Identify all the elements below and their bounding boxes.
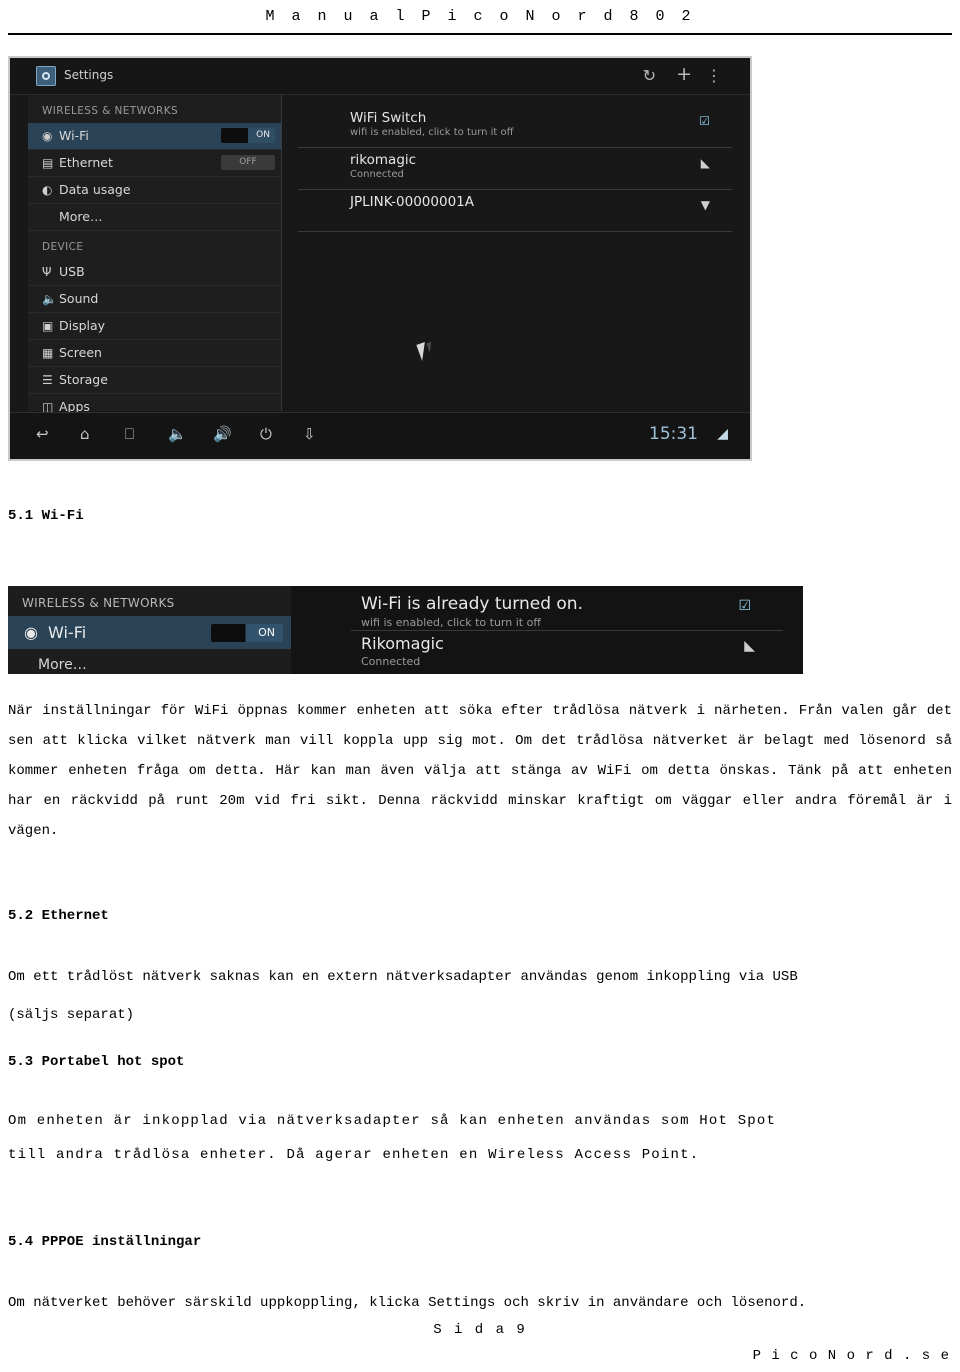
item-title: JPLINK-00000001A: [350, 194, 474, 210]
back-icon[interactable]: ↩: [36, 425, 49, 443]
sidebar-item-label: Screen: [59, 345, 102, 360]
item-subtitle: wifi is enabled, click to turn it off: [350, 127, 514, 138]
status-clock: 15:31: [649, 424, 698, 444]
paragraph-hotspot-2: till andra trådlösa enheter. Då agerar e…: [8, 1147, 700, 1163]
sidebar-item-label: Sound: [59, 291, 99, 306]
sidebar-item-data-usage[interactable]: ◐ Data usage: [28, 177, 281, 204]
paragraph-pppoe: Om nätverket behöver särskild uppkopplin…: [8, 1295, 807, 1311]
sidebar-item-label: Wi-Fi: [48, 623, 87, 642]
wifi-signal-icon: ◣: [700, 156, 710, 170]
wifi-left-panel: WIRELESS & NETWORKS ◉ Wi-Fi ON More…: [8, 586, 292, 674]
android-nav-bar: ↩ ⌂ ⎕ 🔈 🔊 ⏻ ⇩ 15:31 ◢: [10, 412, 750, 459]
paragraph-ethernet-1: Om ett trådlöst nätverk saknas kan en ex…: [8, 969, 798, 985]
group-label-wireless: WIRELESS & NETWORKS: [42, 105, 179, 117]
item-subtitle: Connected: [350, 169, 404, 180]
page-title: M a n u a l P i c o N o r d 8 0 2: [265, 8, 695, 25]
sidebar-item-usb[interactable]: Ψ USB: [28, 259, 281, 286]
sidebar-item-wifi[interactable]: ◉ Wi-Fi ON: [8, 616, 291, 649]
sound-icon: 🔈: [42, 292, 57, 306]
heading-5-3: 5.3 Portabel hot spot: [8, 1054, 185, 1070]
network-name[interactable]: Rikomagic: [361, 634, 444, 653]
data-usage-icon: ◐: [42, 183, 53, 197]
settings-screenshot: Settings ↻ + ⋮ WIRELESS & NETWORKS ◉ Wi-F…: [8, 56, 752, 461]
heading-5-4: 5.4 PPPOE inställningar: [8, 1234, 202, 1250]
sidebar-item-label: USB: [59, 264, 85, 279]
recents-icon[interactable]: ⎕: [125, 425, 134, 443]
power-icon[interactable]: ⏻: [260, 425, 272, 443]
plus-icon[interactable]: +: [676, 64, 692, 84]
sidebar-item-display[interactable]: ▣ Display: [28, 313, 281, 340]
wifi-status-title: Wi-Fi is already turned on.: [361, 594, 583, 614]
wifi-signal-icon: ▼: [700, 198, 710, 212]
item-title: WiFi Switch: [350, 110, 427, 126]
sidebar-item-more[interactable]: More…: [28, 204, 281, 231]
settings-detail-panel: WiFi Switch wifi is enabled, click to tu…: [298, 106, 732, 232]
paragraph-hotspot-1: Om enheten är inkopplad via nätverksadap…: [8, 1113, 777, 1129]
header-divider: [8, 33, 952, 35]
heading-5-2: 5.2 Ethernet: [8, 908, 109, 924]
sidebar-item-label: Data usage: [59, 182, 131, 197]
wifi-signal-icon: ◣: [744, 638, 755, 654]
wifi-status-icon: ◢: [717, 426, 728, 442]
sidebar-item-label: Ethernet: [59, 155, 113, 170]
wifi-icon: ◉: [24, 623, 38, 642]
footer-brand: P i c o N o r d . s e: [752, 1348, 950, 1364]
overflow-menu-icon[interactable]: ⋮: [706, 66, 722, 86]
sidebar-item-wifi[interactable]: ◉ Wi-Fi ON: [28, 123, 281, 150]
wifi-icon: ◉: [42, 129, 53, 143]
network-item-rikomagic[interactable]: rikomagic Connected ◣: [298, 148, 732, 190]
group-label-device: DEVICE: [42, 241, 84, 253]
sidebar-item-more[interactable]: More…: [8, 649, 291, 673]
settings-left-panel: WIRELESS & NETWORKS ◉ Wi-Fi ON ▤ Ethernet …: [28, 95, 282, 443]
item-title: rikomagic: [350, 152, 417, 168]
hide-icon[interactable]: ⇩: [303, 425, 316, 443]
storage-icon: ☰: [42, 373, 53, 387]
sidebar-item-sound[interactable]: 🔈 Sound: [28, 286, 281, 313]
wifi-detail-panel: Wi-Fi is already turned on. wifi is enab…: [291, 586, 803, 674]
screen-icon: ▦: [42, 346, 54, 360]
window-title: Settings: [64, 68, 114, 82]
display-icon: ▣: [42, 319, 54, 333]
refresh-icon[interactable]: ↻: [643, 66, 656, 86]
sidebar-item-ethernet[interactable]: ▤ Ethernet OFF: [28, 150, 281, 177]
sidebar-item-label: More…: [59, 209, 103, 224]
checkbox-checked-icon[interactable]: ☑: [699, 114, 710, 128]
sidebar-item-storage[interactable]: ☰ Storage: [28, 367, 281, 394]
sidebar-item-label: Wi-Fi: [59, 128, 89, 143]
wifi-switch-item[interactable]: WiFi Switch wifi is enabled, click to tu…: [298, 106, 732, 148]
volume-down-icon[interactable]: 🔈: [168, 425, 187, 443]
mouse-cursor: [416, 341, 431, 362]
settings-icon: [36, 66, 56, 86]
sidebar-item-label: Storage: [59, 372, 108, 387]
divider: [351, 630, 783, 631]
wifi-already-on-screenshot: WIRELESS & NETWORKS ◉ Wi-Fi ON More… Wi-F…: [8, 586, 803, 674]
page-number: S i d a 9: [433, 1322, 527, 1338]
home-icon[interactable]: ⌂: [80, 425, 90, 443]
android-title-bar: Settings ↻ + ⋮: [10, 58, 750, 95]
ethernet-toggle[interactable]: OFF: [221, 155, 275, 170]
sidebar-item-screen[interactable]: ▦ Screen: [28, 340, 281, 367]
heading-5-1: 5.1 Wi-Fi: [8, 508, 84, 524]
usb-icon: Ψ: [42, 265, 52, 279]
paragraph-ethernet-2: (säljs separat): [8, 1007, 135, 1023]
wifi-toggle[interactable]: ON: [211, 624, 283, 642]
wifi-toggle[interactable]: ON: [221, 128, 275, 143]
network-status: Connected: [361, 655, 421, 668]
ethernet-icon: ▤: [42, 156, 54, 170]
paragraph-wifi: När inställningar för WiFi öppnas kommer…: [8, 703, 952, 839]
sidebar-item-label: Display: [59, 318, 106, 333]
group-label-wireless: WIRELESS & NETWORKS: [22, 596, 175, 610]
checkbox-checked-icon[interactable]: ☑: [738, 598, 751, 614]
volume-up-icon[interactable]: 🔊: [213, 425, 232, 443]
wifi-status-subtitle: wifi is enabled, click to turn it off: [361, 616, 541, 629]
network-item-jplink[interactable]: JPLINK-00000001A ▼: [298, 190, 732, 232]
